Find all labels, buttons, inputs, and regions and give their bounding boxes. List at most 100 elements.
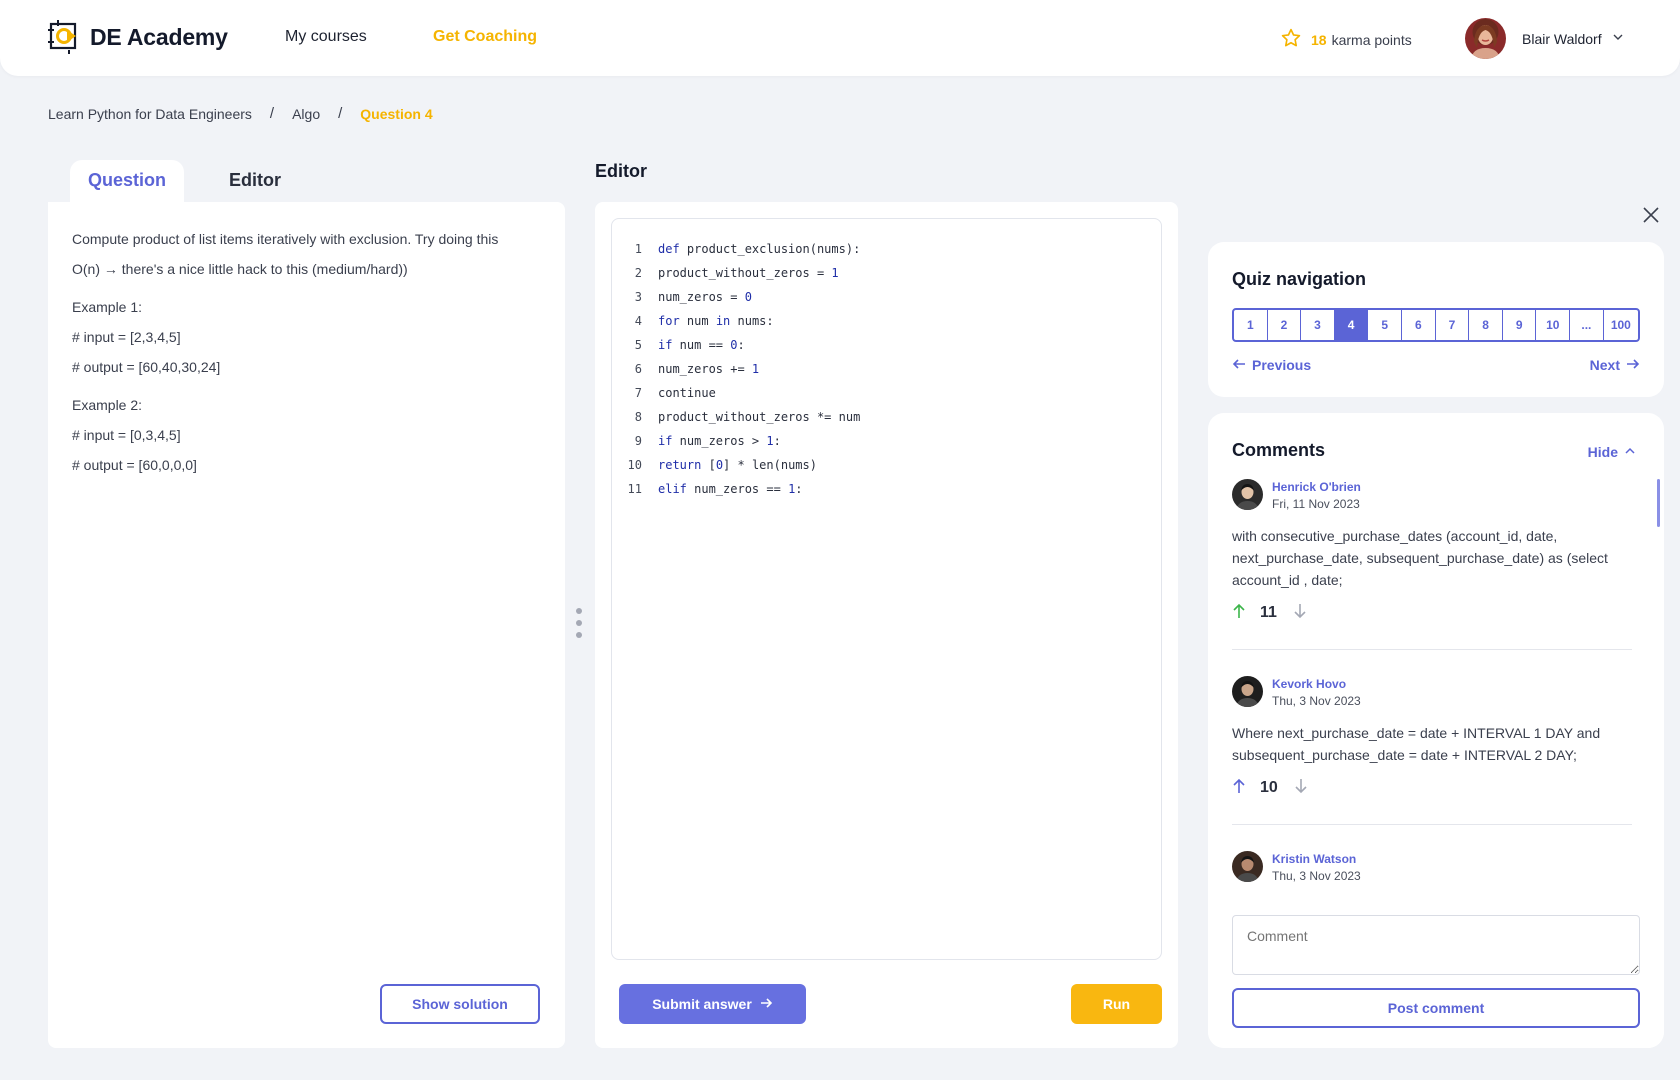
line-number: 1	[634, 242, 642, 256]
vote-count: 10	[1260, 779, 1278, 796]
arrow-left-icon	[1232, 357, 1252, 373]
question-text: Compute product of list items iterativel…	[72, 224, 542, 480]
comment-input[interactable]	[1232, 915, 1640, 975]
code-text: continue	[658, 386, 716, 400]
example-label: Example 1:	[72, 299, 143, 315]
submit-answer-button[interactable]: Submit answer	[619, 984, 806, 1024]
star-icon	[1280, 27, 1302, 52]
next-label: Next	[1589, 357, 1620, 373]
panel-resize-handle[interactable]	[576, 608, 584, 644]
code-line[interactable]: 4 for num in nums:	[612, 309, 1161, 333]
nav-my-courses[interactable]: My courses	[285, 28, 367, 46]
user-avatar	[1465, 18, 1506, 59]
karma-count: 18	[1311, 31, 1327, 48]
example-label: Example 2:	[72, 397, 143, 413]
code-text: if num_zeros > 1:	[658, 434, 781, 448]
post-comment-button[interactable]: Post comment	[1232, 988, 1640, 1028]
code-line[interactable]: 7 continue	[612, 381, 1161, 405]
comment-date: Fri, 11 Nov 2023	[1272, 497, 1360, 511]
comments-scrollbar[interactable]	[1657, 479, 1660, 527]
comment-date: Thu, 3 Nov 2023	[1272, 694, 1361, 708]
quiz-page-button[interactable]: 2	[1268, 310, 1302, 340]
previous-button[interactable]: Previous	[1232, 357, 1311, 373]
quiz-page-button[interactable]: 4	[1334, 310, 1369, 340]
code-line[interactable]: 9 if num_zeros > 1:	[612, 429, 1161, 453]
arrow-right-icon	[760, 996, 773, 1013]
tab-editor[interactable]: Editor	[212, 160, 298, 202]
code-line[interactable]: 6 num_zeros += 1	[612, 357, 1161, 381]
line-number: 8	[634, 410, 642, 424]
example-output: # output = [60,0,0,0]	[72, 457, 197, 473]
comments-title: Comments	[1232, 440, 1326, 460]
quiz-page-button[interactable]: 7	[1436, 310, 1470, 340]
line-number: 5	[634, 338, 642, 352]
karma-label: karma points	[1331, 31, 1412, 48]
code-text: return [0] * len(nums)	[658, 458, 817, 472]
comment-header: Kristin Watson Thu, 3 Nov 2023	[1232, 851, 1632, 887]
quiz-page-button[interactable]: 5	[1368, 310, 1403, 340]
karma-points: 18 karma points	[1280, 27, 1412, 52]
hide-comments-button[interactable]: Hide	[1588, 444, 1636, 460]
code-line[interactable]: 1 def product_exclusion(nums):	[612, 237, 1161, 261]
comment-list[interactable]: Henrick O'brien Fri, 11 Nov 2023 with cons…	[1232, 479, 1632, 905]
downvote-icon[interactable]	[1293, 603, 1307, 624]
code-text: product_without_zeros *= num	[658, 410, 861, 424]
code-line[interactable]: 2 product_without_zeros = 1	[612, 261, 1161, 285]
submit-answer-label: Submit answer	[652, 996, 752, 1012]
breadcrumb-section[interactable]: Algo	[292, 106, 320, 122]
close-icon[interactable]	[1640, 204, 1662, 226]
line-number: 9	[634, 434, 642, 448]
quiz-navigation-title: Quiz navigation	[1232, 269, 1367, 289]
upvote-icon[interactable]	[1232, 778, 1246, 799]
example-input: # input = [2,3,4,5]	[72, 329, 181, 345]
downvote-icon[interactable]	[1294, 778, 1308, 799]
comment-author[interactable]: Kevork Hovo	[1272, 676, 1361, 692]
comment-item: Kevork Hovo Thu, 3 Nov 2023 Where next_pur…	[1232, 676, 1632, 825]
quiz-page-button[interactable]: 10	[1536, 310, 1571, 340]
quiz-page-button[interactable]: 9	[1503, 310, 1537, 340]
question-line: Compute product of list items iterativel…	[72, 231, 499, 247]
quiz-pager: 1 2 3 4 5 6 7 8 9 10... 100	[1232, 308, 1640, 342]
line-number: 6	[634, 362, 642, 376]
quiz-page-button[interactable]: 8	[1469, 310, 1503, 340]
quiz-page-button[interactable]: 100	[1604, 310, 1638, 340]
code-text: if num == 0:	[658, 338, 745, 352]
comment-header: Kevork Hovo Thu, 3 Nov 2023	[1232, 676, 1632, 712]
code-line[interactable]: 5 if num == 0:	[612, 333, 1161, 357]
line-number: 3	[634, 290, 642, 304]
comment-composer: Post comment	[1208, 889, 1664, 1048]
quiz-navigation-card: Quiz navigation 1 2 3 4 5 6 7 8 9 10... 100 Previo…	[1208, 242, 1664, 397]
quiz-page-button[interactable]: 6	[1402, 310, 1436, 340]
line-number: 4	[634, 314, 642, 328]
user-menu[interactable]: Blair Waldorf	[1465, 18, 1624, 59]
vote-count: 11	[1260, 604, 1277, 621]
code-editor[interactable]: 1 def product_exclusion(nums): 2 product_wi…	[611, 218, 1162, 960]
code-line[interactable]: 3 num_zeros = 0	[612, 285, 1161, 309]
nav-get-coaching[interactable]: Get Coaching	[433, 28, 537, 46]
logo[interactable]: DE Academy	[48, 20, 228, 54]
code-line[interactable]: 8 product_without_zeros *= num	[612, 405, 1161, 429]
arrow-right-icon	[1620, 357, 1640, 373]
comment-author[interactable]: Henrick O'brien	[1272, 479, 1361, 495]
upvote-icon[interactable]	[1232, 603, 1246, 624]
quiz-page-button[interactable]: 3	[1301, 310, 1335, 340]
tab-question[interactable]: Question	[70, 160, 184, 202]
show-solution-button[interactable]: Show solution	[380, 984, 540, 1024]
question-line: O(n) → there's a nice little hack to thi…	[72, 261, 408, 277]
run-button[interactable]: Run	[1071, 984, 1162, 1024]
line-number: 10	[627, 458, 642, 472]
code-text: elif num_zeros == 1:	[658, 482, 803, 496]
breadcrumb-course[interactable]: Learn Python for Data Engineers	[48, 106, 252, 122]
code-line[interactable]: 11 elif num_zeros == 1:	[612, 477, 1161, 501]
comment-votes: 11	[1232, 603, 1632, 623]
editor-title: Editor	[595, 161, 647, 181]
quiz-page-button[interactable]: 1	[1234, 310, 1268, 340]
comment-text: Where next_purchase_date = date + INTERV…	[1232, 725, 1601, 763]
code-text: product_without_zeros = 1	[658, 266, 839, 280]
next-button[interactable]: Next	[1590, 357, 1640, 373]
line-number: 7	[634, 386, 642, 400]
comment-header: Henrick O'brien Fri, 11 Nov 2023	[1232, 479, 1632, 515]
comment-author[interactable]: Kristin Watson	[1272, 851, 1361, 867]
code-line[interactable]: 10 return [0] * len(nums)	[612, 453, 1161, 477]
quiz-page-button[interactable]: ...	[1570, 310, 1604, 340]
